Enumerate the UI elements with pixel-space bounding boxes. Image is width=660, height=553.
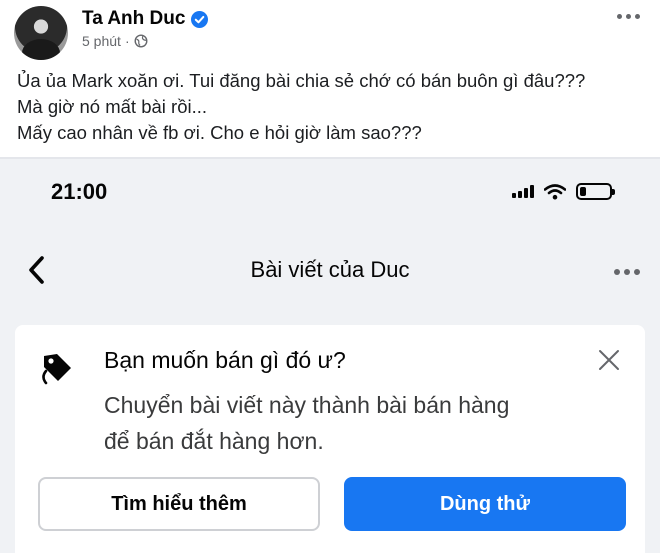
author-row: Ta Anh Duc <box>82 8 209 30</box>
author-name[interactable]: Ta Anh Duc <box>82 8 185 30</box>
close-icon[interactable] <box>598 349 620 371</box>
status-bar-icons <box>512 183 615 200</box>
battery-icon <box>576 183 615 200</box>
verified-badge-icon <box>191 10 209 28</box>
post-more-options-icon[interactable] <box>617 14 640 19</box>
post-text: Ủa ủa Mark xoăn ơi. Tui đăng bài chia sẻ… <box>17 68 585 146</box>
post-text-line: Mấy cao nhân về fb ơi. Cho e hỏi giờ làm… <box>17 122 422 143</box>
nav-bar: Bài viết của Duc <box>0 241 660 301</box>
post-text-line: Mà giờ nó mất bài rồi... <box>17 96 208 117</box>
more-horizontal-icon[interactable] <box>614 269 640 275</box>
phone-screenshot: 21:00 Bài viết của Duc Bạn muốn bán gì đ… <box>0 159 660 553</box>
post-meta: 5 phút · <box>82 33 148 49</box>
description-line: Chuyển bài viết này thành bài bán hàng <box>104 392 510 418</box>
post-text-line: Ủa ủa Mark xoăn ơi. Tui đăng bài chia sẻ… <box>17 70 586 91</box>
sell-prompt-description: Chuyển bài viết này thành bài bán hàng đ… <box>104 387 509 459</box>
sell-prompt-title: Bạn muốn bán gì đó ư? <box>104 347 346 373</box>
cellular-signal-icon <box>512 185 534 198</box>
nav-title: Bài viết của Duc <box>250 257 410 282</box>
learn-more-button[interactable]: Tìm hiểu thêm <box>38 477 320 531</box>
meta-separator: · <box>124 33 130 49</box>
avatar[interactable] <box>14 6 68 60</box>
price-tag-icon <box>42 354 71 385</box>
description-line: để bán đắt hàng hơn. <box>104 428 324 454</box>
wifi-icon <box>544 183 566 199</box>
facebook-post: Ta Anh Duc 5 phút · Ủa ủa Mark xoăn ơi. … <box>0 0 660 158</box>
avatar-figure <box>22 39 60 60</box>
status-bar-time: 21:00 <box>51 179 108 204</box>
post-time[interactable]: 5 phút <box>82 33 121 49</box>
try-it-button[interactable]: Dùng thử <box>344 477 626 531</box>
globe-icon <box>134 34 148 48</box>
sell-prompt-card: Bạn muốn bán gì đó ư? Chuyển bài viết nà… <box>15 325 645 553</box>
